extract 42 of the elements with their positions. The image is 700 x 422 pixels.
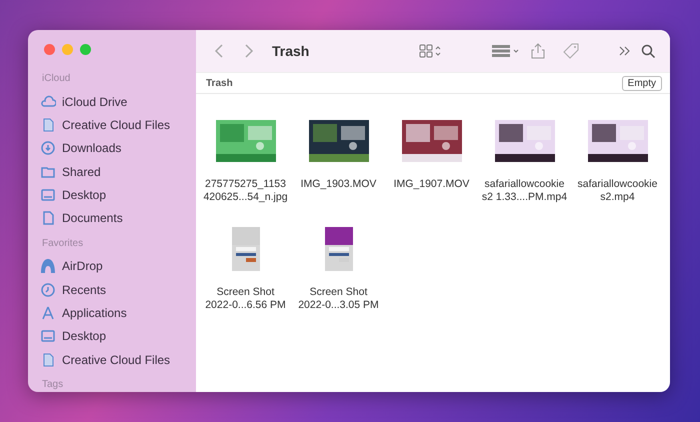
close-button[interactable]: [44, 44, 55, 55]
group-icon[interactable]: [491, 44, 521, 58]
download-icon: [40, 140, 56, 156]
search-icon[interactable]: [641, 44, 656, 58]
sidebar-item[interactable]: Shared: [62, 164, 101, 179]
file-name[interactable]: Screen Shot 2022-0...6.56 PM: [205, 286, 286, 312]
sidebar-item[interactable]: Applications: [62, 306, 127, 320]
sidebar-heading: iCloud: [42, 73, 72, 84]
minimize-button[interactable]: [62, 44, 73, 55]
sidebar-item[interactable]: Desktop: [62, 188, 106, 202]
file-name[interactable]: Screen Shot 2022-0...3.05 PM: [298, 286, 379, 312]
chevrons-icon[interactable]: [619, 46, 631, 56]
share-icon[interactable]: [531, 43, 545, 59]
file-name[interactable]: safariallowcookie s2.mp4: [578, 178, 658, 204]
file-name[interactable]: safariallowcookie s2 1.33....PM.mp4: [482, 178, 568, 204]
sidebar-item[interactable]: Documents: [62, 211, 123, 226]
sidebar-heading: Tags: [42, 379, 64, 390]
grid-view-icon[interactable]: [419, 44, 443, 58]
sidebar-item[interactable]: Recents: [62, 282, 106, 297]
cloud-icon: [40, 94, 56, 110]
clock-icon: [40, 282, 56, 298]
sidebar-item[interactable]: Downloads: [62, 141, 122, 156]
location-label: Trash: [206, 78, 233, 88]
tag-icon[interactable]: [563, 43, 579, 59]
file-name[interactable]: 275775275_1153 420625...54_n.jpg: [203, 178, 288, 204]
desktop-icon: [40, 186, 56, 203]
back-icon[interactable]: [214, 44, 224, 58]
sidebar-item[interactable]: Desktop: [62, 329, 106, 344]
desktop-icon: [40, 328, 56, 344]
empty-button[interactable]: Empty: [622, 76, 662, 90]
sidebar-item[interactable]: AirDrop: [62, 259, 103, 274]
file-name[interactable]: IMG_1907.MOV: [394, 178, 470, 191]
airdrop-icon: [40, 258, 56, 274]
sidebar-heading: Favorites: [42, 238, 84, 249]
file-name[interactable]: IMG_1903.MOV: [300, 178, 376, 191]
sidebar-item[interactable]: Creative Cloud Files: [62, 118, 170, 132]
applications-icon: [40, 305, 56, 322]
sidebar-item[interactable]: iCloud Drive: [62, 94, 128, 109]
forward-icon[interactable]: [244, 44, 254, 58]
zoom-button[interactable]: [80, 44, 91, 55]
sidebar-item[interactable]: Creative Cloud Files: [62, 352, 170, 367]
window-title: Trash: [272, 43, 310, 59]
